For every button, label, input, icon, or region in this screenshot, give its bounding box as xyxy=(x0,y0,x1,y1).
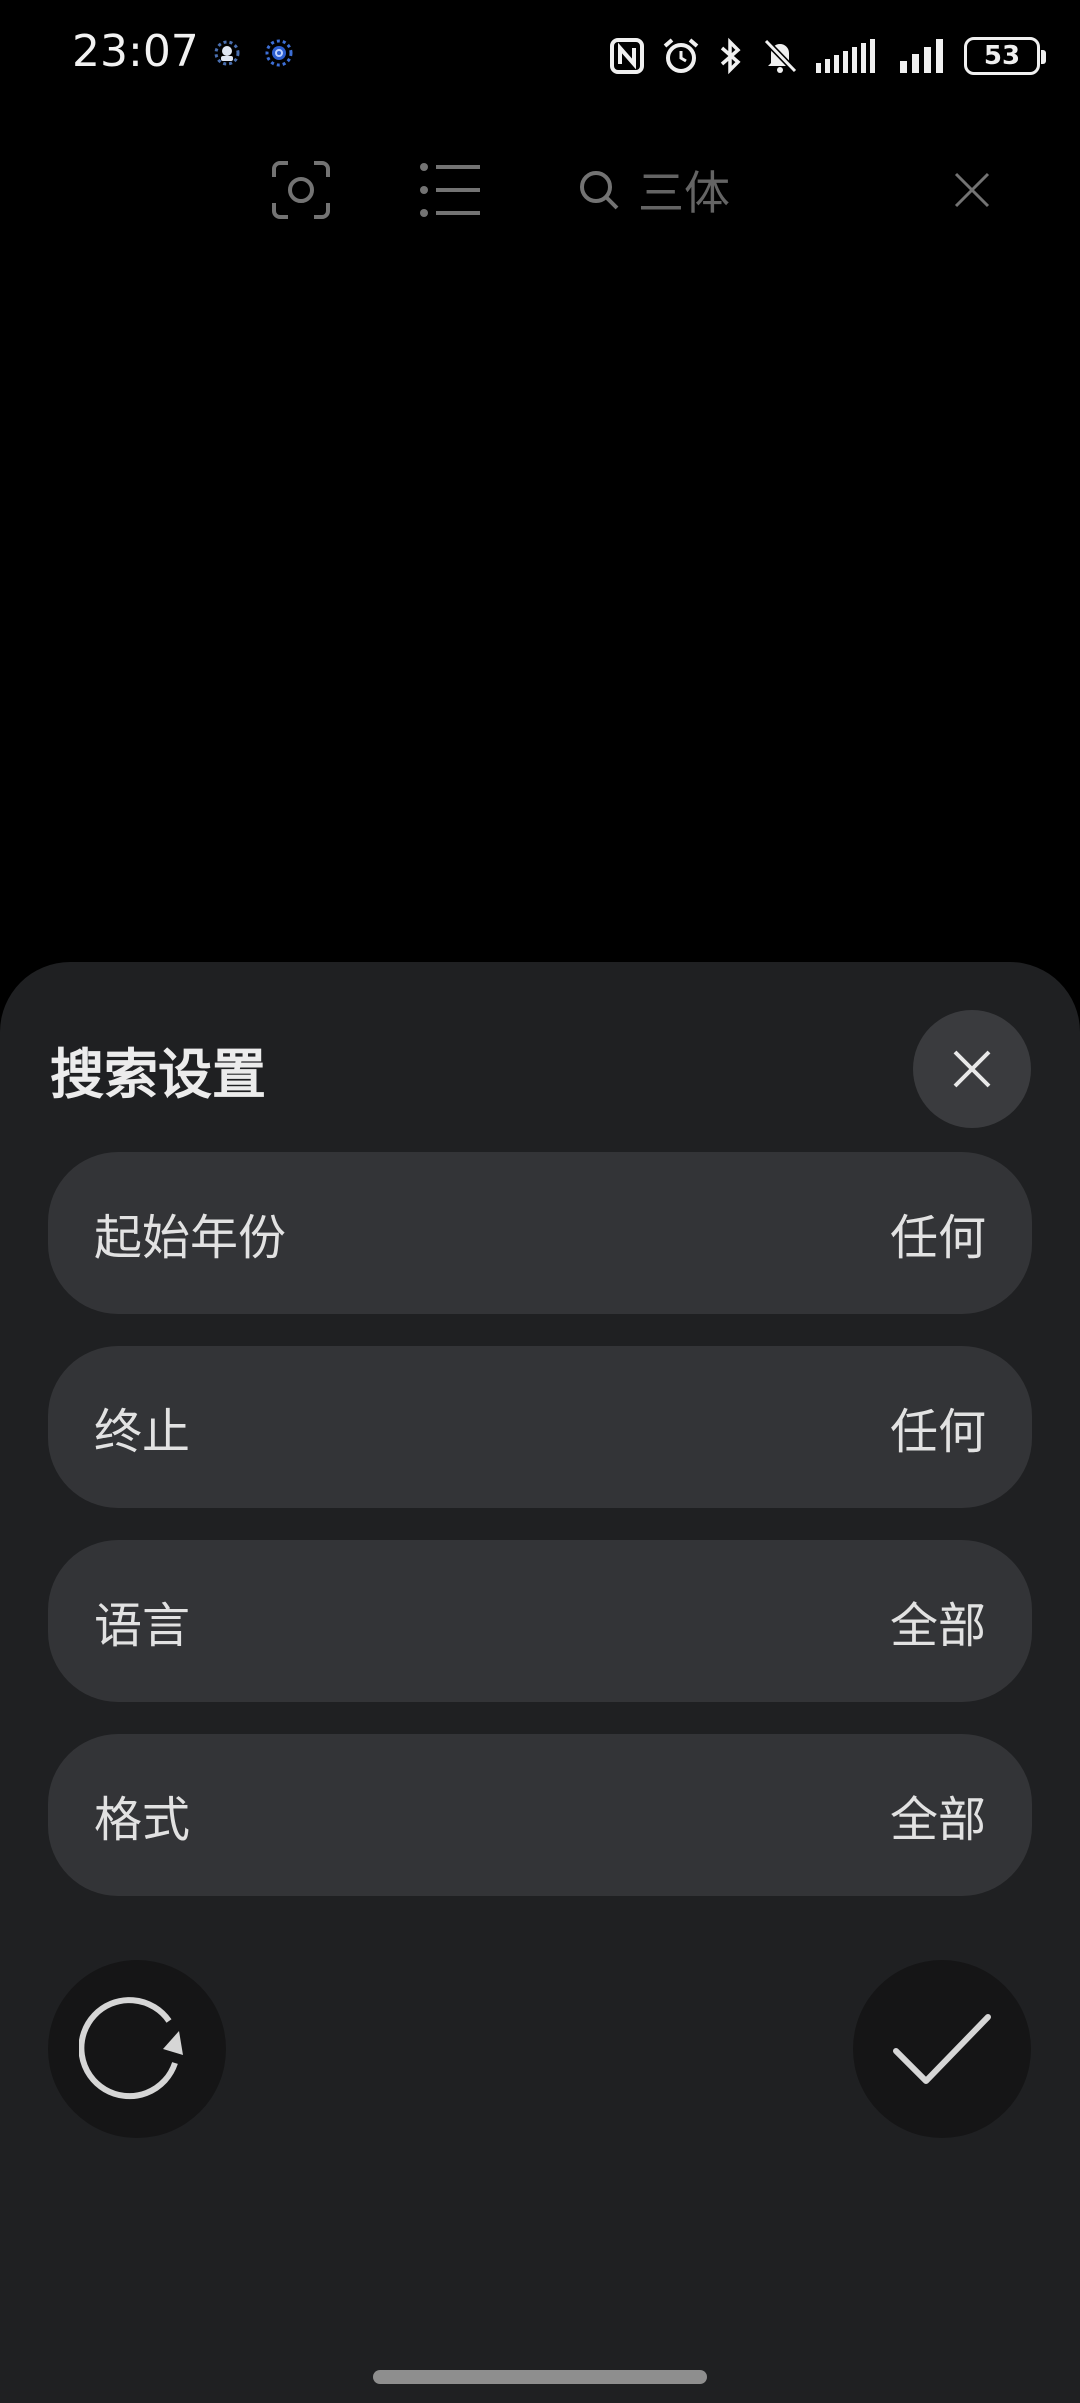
list-icon xyxy=(420,163,480,217)
battery-icon: 53 xyxy=(964,37,1046,75)
confirm-check-icon xyxy=(893,2014,991,2084)
app-notification-icon-2 xyxy=(264,38,294,68)
toolbar-close-button[interactable] xyxy=(954,150,990,230)
sheet-close-button[interactable] xyxy=(913,1010,1031,1128)
option-value: 任何 xyxy=(889,1404,986,1460)
reset-button[interactable] xyxy=(48,1960,226,2138)
search-settings-sheet: 搜索设置 起始年份 任何 终止 任何 语言 全部 格式 全部 xyxy=(0,962,1080,2403)
screen: 23:07 53 三体 搜索设置 起始年份 任何 终止 任何 语言 全部 格式 … xyxy=(0,0,1080,2403)
battery-level: 53 xyxy=(983,41,1021,71)
list-button[interactable] xyxy=(420,150,482,230)
confirm-button[interactable] xyxy=(853,1960,1031,2138)
search-toolbar: 三体 xyxy=(0,150,1080,230)
alarm-icon xyxy=(663,38,699,73)
option-label: 语言 xyxy=(94,1598,191,1654)
option-label: 格式 xyxy=(94,1792,191,1848)
signal-icon-2 xyxy=(900,39,943,73)
close-icon xyxy=(953,1050,991,1088)
search-icon xyxy=(580,171,619,210)
close-icon xyxy=(954,172,990,208)
option-label: 起始年份 xyxy=(94,1210,287,1266)
search-query: 三体 xyxy=(638,166,730,220)
status-bar: 23:07 53 xyxy=(0,0,1080,110)
option-value: 全部 xyxy=(889,1792,986,1848)
option-language[interactable]: 语言 全部 xyxy=(48,1540,1032,1702)
option-end[interactable]: 终止 任何 xyxy=(48,1346,1032,1508)
scan-icon xyxy=(272,161,330,219)
option-start-year[interactable]: 起始年份 任何 xyxy=(48,1152,1032,1314)
option-format[interactable]: 格式 全部 xyxy=(48,1734,1032,1896)
signal-icon xyxy=(816,39,875,73)
reset-icon xyxy=(79,1997,183,2100)
option-value: 全部 xyxy=(889,1598,986,1654)
nfc-icon xyxy=(610,38,644,74)
search-field[interactable]: 三体 xyxy=(578,150,730,230)
status-time: 23:07 xyxy=(72,26,199,77)
app-notification-icon xyxy=(212,38,242,68)
home-indicator[interactable] xyxy=(373,2370,707,2384)
status-icons: 53 xyxy=(610,34,1046,78)
mute-icon xyxy=(763,38,798,74)
option-label: 终止 xyxy=(94,1404,191,1460)
option-value: 任何 xyxy=(889,1210,986,1266)
scan-button[interactable] xyxy=(270,150,332,230)
sheet-title: 搜索设置 xyxy=(50,1043,266,1106)
bluetooth-icon xyxy=(720,37,741,75)
